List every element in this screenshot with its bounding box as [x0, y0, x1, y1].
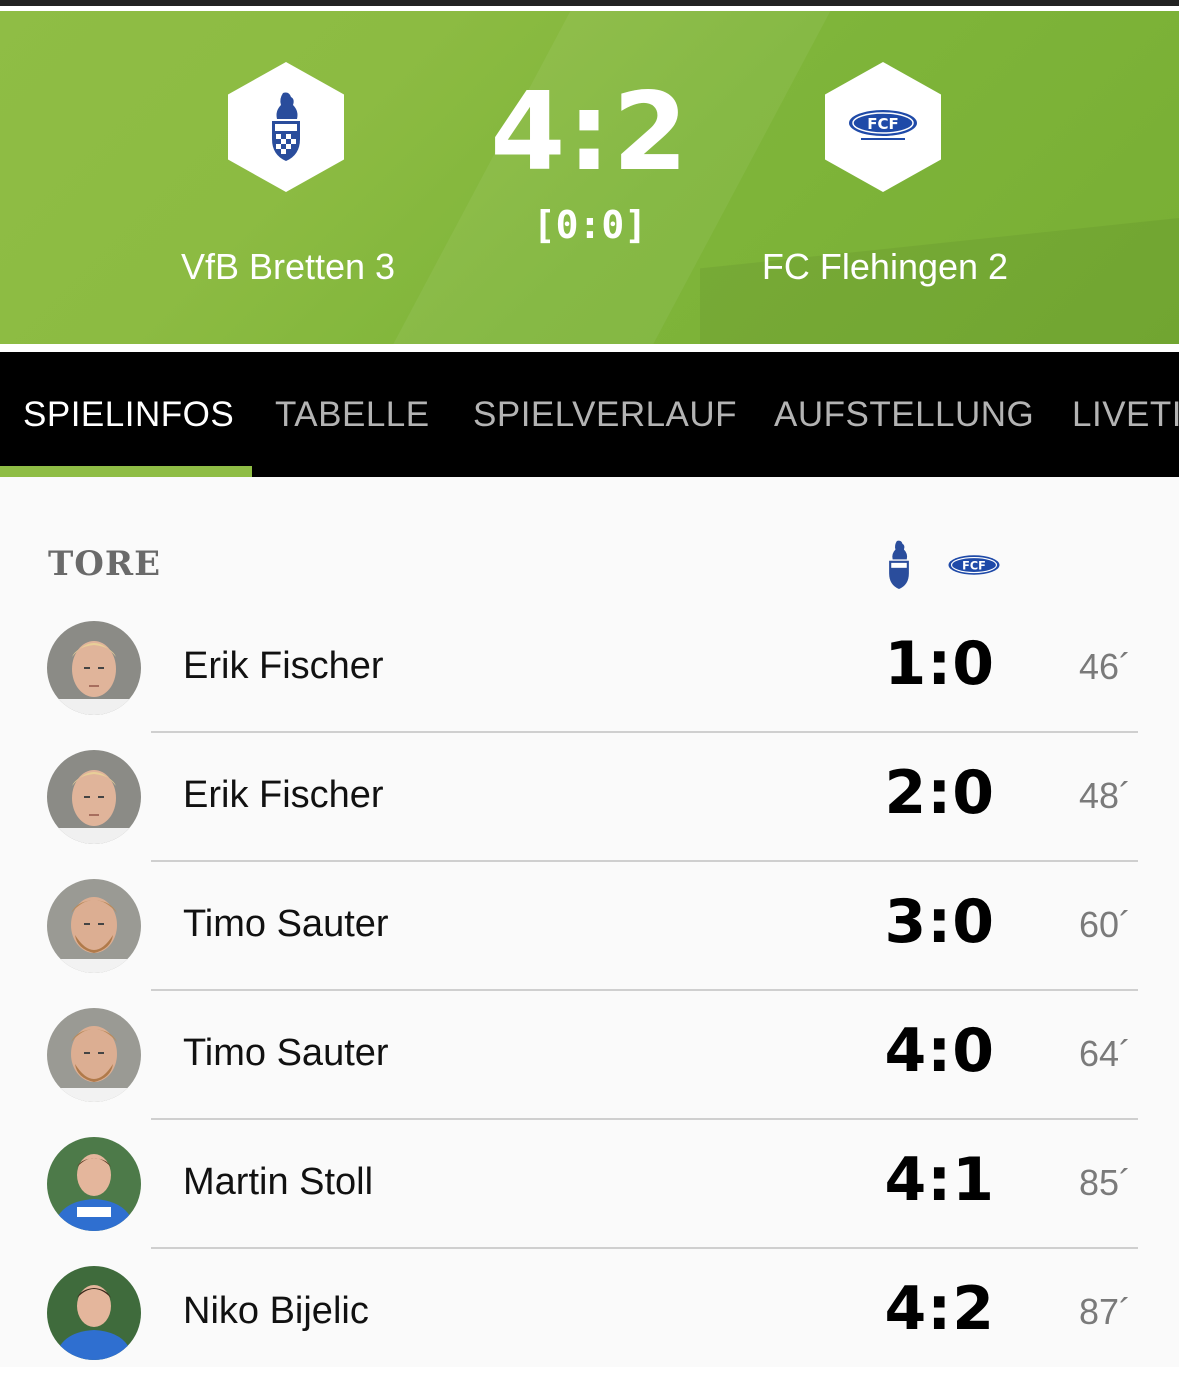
player-avatar	[47, 1266, 141, 1360]
goal-minute: 48´	[1078, 775, 1131, 816]
tab-spielverlauf[interactable]: SPIELVERLAUF	[473, 397, 737, 432]
svg-text:FCF: FCF	[867, 115, 899, 133]
vfb-bretten-crest-icon	[272, 92, 300, 161]
player-avatar	[47, 750, 141, 844]
goal-scorer: Erik Fischer	[183, 774, 384, 816]
goal-scorer: Niko Bijelic	[183, 1290, 369, 1332]
goal-minute: 64´	[1078, 1033, 1131, 1074]
status-bar	[0, 0, 1179, 6]
home-team-crest[interactable]	[228, 62, 344, 192]
fc-flehingen-crest-icon: FCF	[948, 555, 1000, 575]
tab-liveticker[interactable]: LIVETI	[1072, 397, 1179, 432]
player-avatar	[47, 621, 141, 715]
vfb-bretten-crest-icon	[889, 540, 909, 589]
final-score: 4:2	[490, 70, 690, 195]
goal-row[interactable]: Erik Fischer 2:0 48´	[0, 733, 1179, 862]
active-tab-indicator	[0, 466, 252, 477]
goal-row[interactable]: Timo Sauter 3:0 60´	[0, 862, 1179, 991]
home-team-name[interactable]: VfB Bretten 3	[88, 249, 488, 285]
goal-row[interactable]: Erik Fischer 1:0 46´	[0, 604, 1179, 733]
goal-scorer: Martin Stoll	[183, 1161, 374, 1203]
goal-scorer: Timo Sauter	[183, 903, 389, 945]
goal-row[interactable]: Timo Sauter 4:0 64´	[0, 991, 1179, 1120]
halftime-score: [0:0]	[532, 203, 648, 247]
tab-tabelle[interactable]: TABELLE	[275, 397, 430, 432]
fc-flehingen-crest-icon: FCF	[849, 110, 917, 140]
goal-minute: 85´	[1078, 1162, 1131, 1203]
goal-score: 4:1	[884, 1145, 995, 1215]
goal-row[interactable]: Martin Stoll 4:1 85´	[0, 1120, 1179, 1249]
goal-score: 1:0	[884, 629, 995, 699]
match-header: 4:2 [0:0] FCF VfB Bretten 3 FC Flehingen…	[0, 11, 1179, 344]
goal-minute: 87´	[1078, 1291, 1131, 1332]
goal-score: 4:0	[884, 1016, 995, 1086]
goal-row[interactable]: Niko Bijelic 4:2 87´	[0, 1249, 1179, 1378]
svg-text:FCF: FCF	[962, 560, 986, 573]
goal-scorer: Erik Fischer	[183, 645, 384, 687]
goal-score: 3:0	[884, 887, 995, 957]
goal-score: 2:0	[884, 758, 995, 828]
tab-aufstellung[interactable]: AUFSTELLUNG	[774, 397, 1034, 432]
away-team-name[interactable]: FC Flehingen 2	[685, 249, 1085, 285]
match-tabs: SPIELINFOS TABELLE SPIELVERLAUF AUFSTELL…	[0, 352, 1179, 477]
away-team-crest[interactable]: FCF	[825, 62, 941, 192]
goal-minute: 60´	[1078, 904, 1131, 945]
tab-spielinfos[interactable]: SPIELINFOS	[23, 397, 234, 432]
goal-score: 4:2	[884, 1274, 995, 1344]
goal-minute: 46´	[1078, 646, 1131, 687]
player-avatar	[47, 879, 141, 973]
goals-section: TORE FCF Erik Fischer 1:0 46´ Erik Fisch…	[0, 477, 1179, 1367]
player-avatar	[47, 1137, 141, 1231]
section-title: TORE	[48, 544, 162, 584]
player-avatar	[47, 1008, 141, 1102]
goal-scorer: Timo Sauter	[183, 1032, 389, 1074]
